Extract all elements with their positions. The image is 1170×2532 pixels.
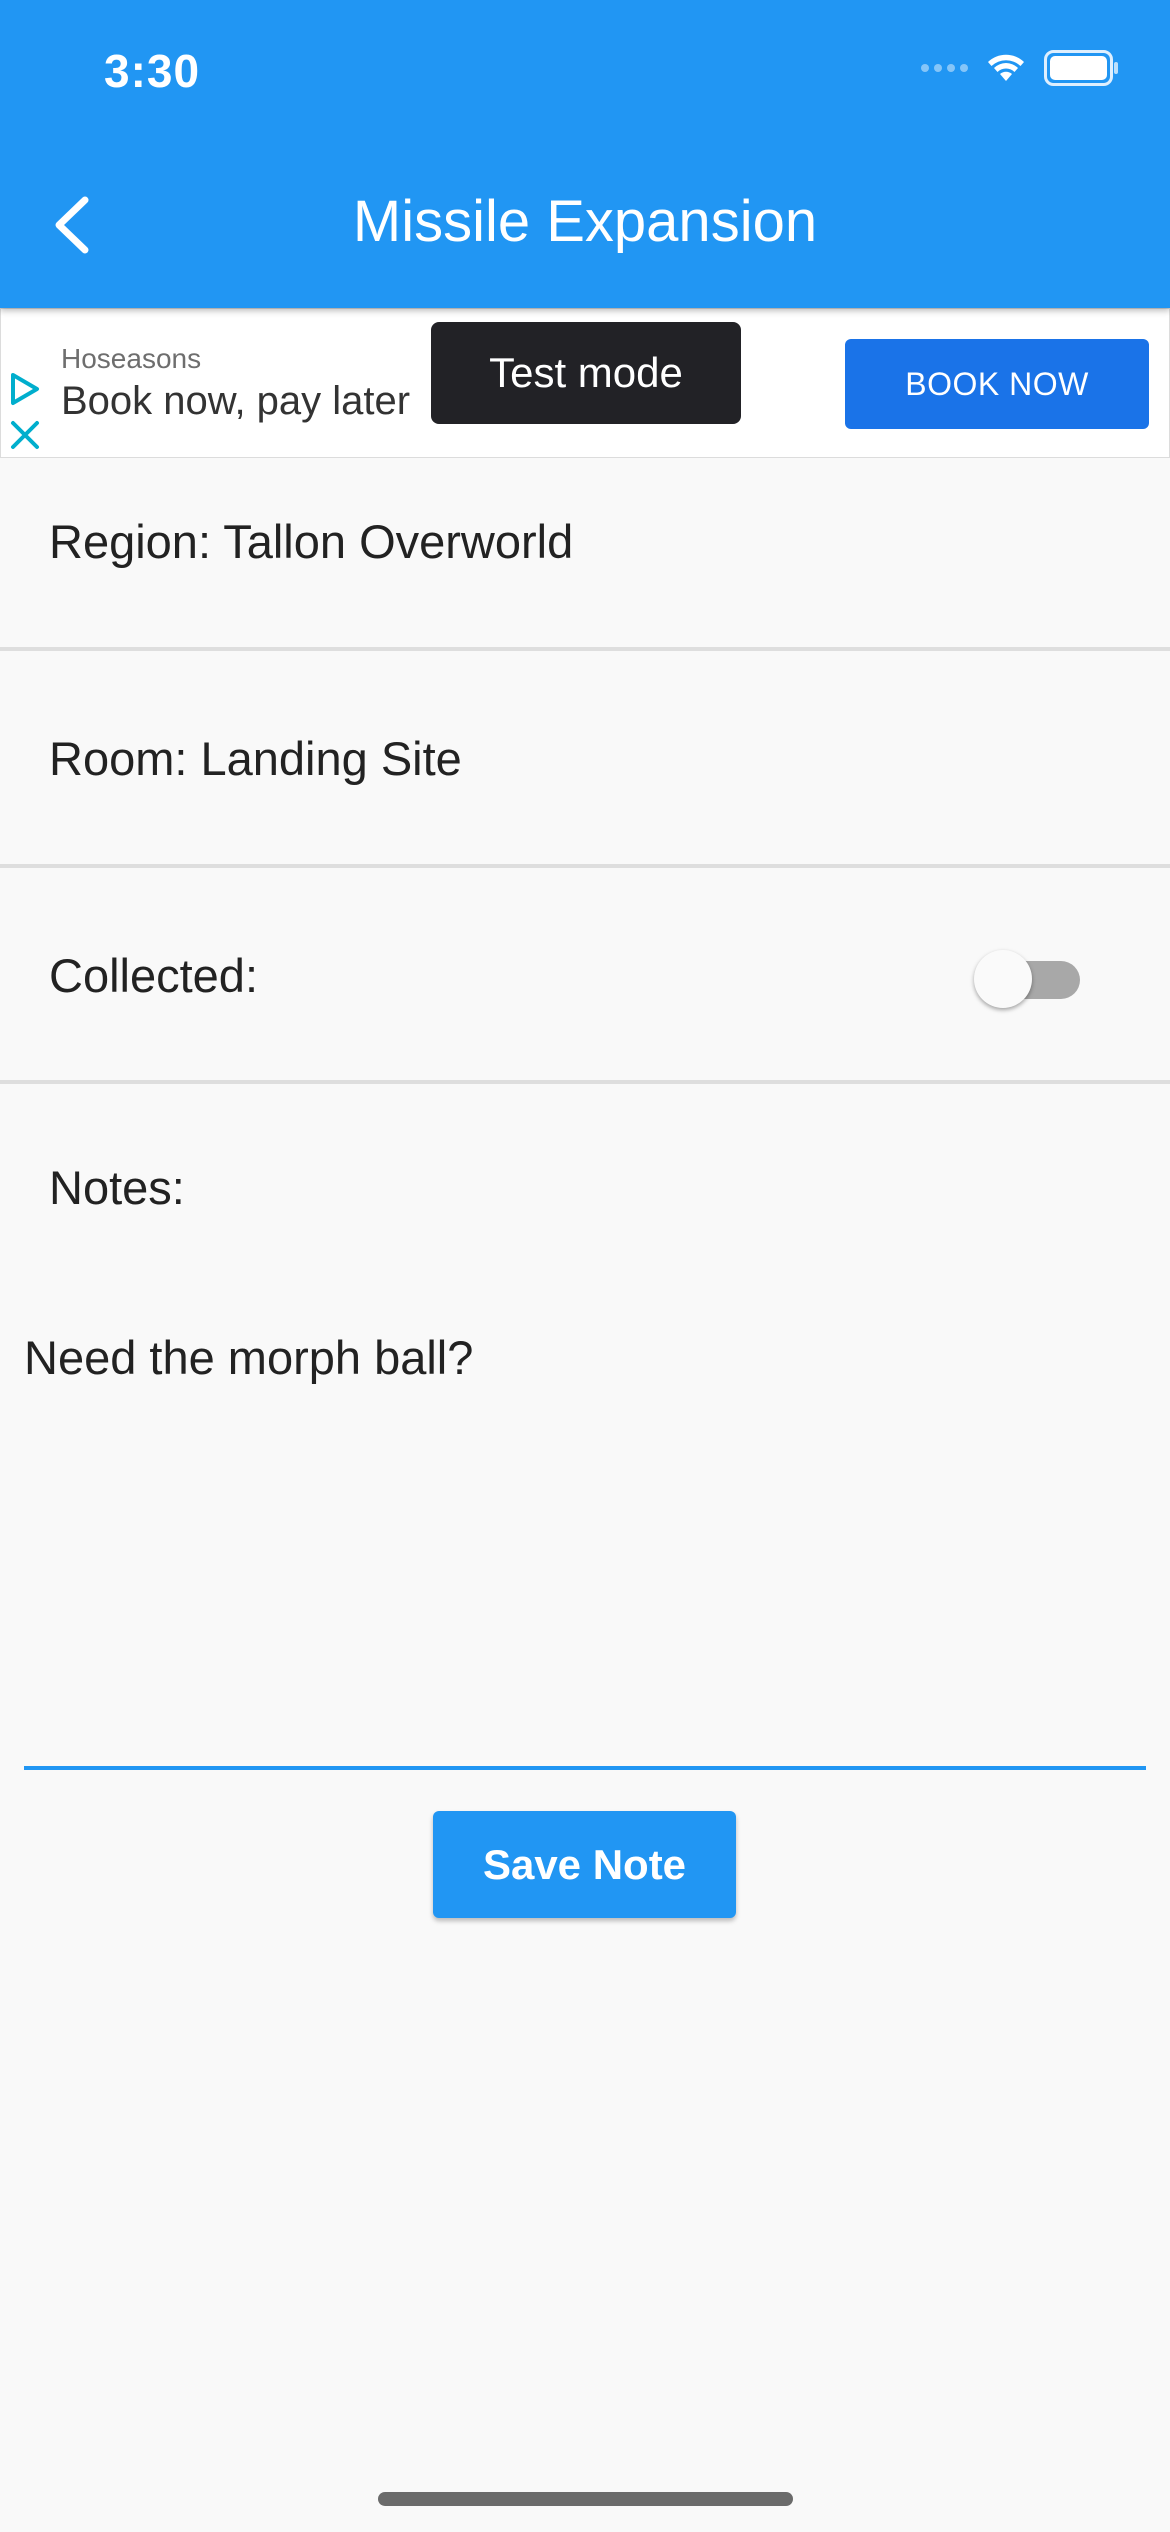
battery-icon bbox=[1044, 50, 1118, 86]
notes-label: Notes: bbox=[49, 1161, 185, 1214]
app-bar: 3:30 Missile Expansion bbox=[0, 0, 1170, 308]
save-note-button[interactable]: Save Note bbox=[433, 1811, 736, 1918]
ad-close-icon[interactable] bbox=[9, 419, 41, 451]
book-now-button[interactable]: BOOK NOW bbox=[845, 339, 1149, 429]
toggle-thumb bbox=[974, 950, 1032, 1008]
ad-banner[interactable]: Hoseasons Book now, pay later Test mode … bbox=[0, 308, 1170, 458]
room-row: Room: Landing Site bbox=[0, 651, 1170, 868]
wifi-icon bbox=[988, 54, 1024, 81]
collected-row: Collected: bbox=[0, 868, 1170, 1084]
region-label: Region: Tallon Overworld bbox=[49, 515, 574, 568]
collected-label: Collected: bbox=[49, 949, 258, 1002]
status-time: 3:30 bbox=[104, 45, 201, 97]
room-label: Room: Landing Site bbox=[49, 732, 462, 785]
cellular-signal-icon bbox=[921, 64, 968, 72]
home-indicator bbox=[378, 2492, 793, 2506]
collected-toggle[interactable] bbox=[974, 944, 1084, 1008]
ad-advertiser: Hoseasons bbox=[61, 343, 202, 374]
notes-input[interactable]: Need the morph ball? bbox=[24, 1330, 1146, 1770]
page-title: Missile Expansion bbox=[352, 189, 818, 254]
test-mode-badge: Test mode bbox=[431, 322, 741, 424]
ad-headline[interactable]: Book now, pay later bbox=[61, 379, 441, 424]
region-row: Region: Tallon Overworld bbox=[0, 456, 1170, 651]
status-icons bbox=[921, 50, 1120, 86]
ad-choices-icon[interactable] bbox=[7, 371, 43, 407]
